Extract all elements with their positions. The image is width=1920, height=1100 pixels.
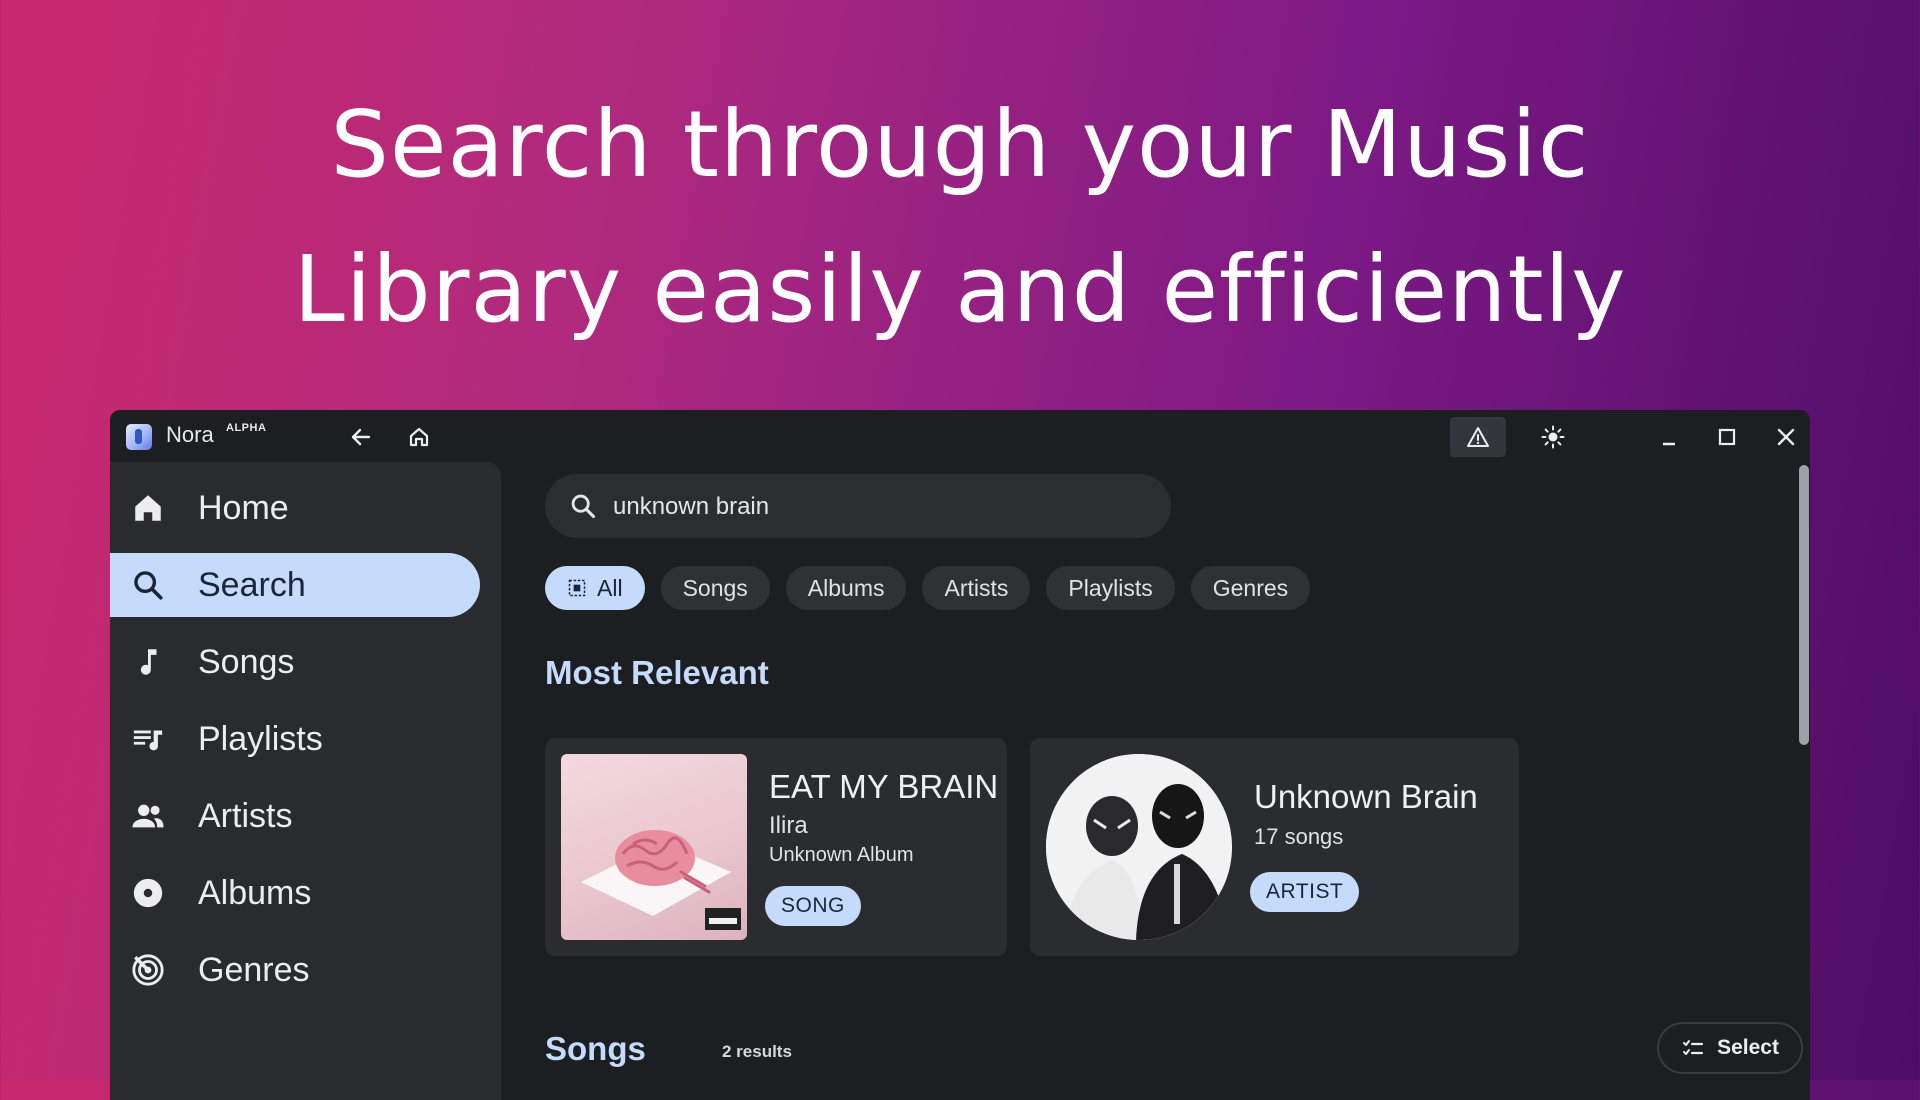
most-relevant-heading: Most Relevant bbox=[545, 654, 769, 691]
filter-chip-label: All bbox=[597, 574, 623, 601]
theme-toggle-button[interactable] bbox=[1536, 420, 1570, 454]
filter-chip-label: Playlists bbox=[1068, 574, 1153, 601]
sidebar-item-songs[interactable]: Songs bbox=[110, 630, 480, 694]
select-button[interactable]: Select bbox=[1657, 1022, 1803, 1074]
artist-artwork bbox=[1046, 754, 1232, 940]
song-artist[interactable]: Ilira bbox=[769, 812, 808, 840]
filter-chip-label: Genres bbox=[1212, 574, 1289, 601]
close-icon bbox=[1777, 428, 1795, 446]
app-release-tag: ALPHA bbox=[226, 422, 267, 434]
sidebar-item-home[interactable]: Home bbox=[110, 476, 480, 540]
songs-results-count: 2 results bbox=[722, 1042, 792, 1061]
select-all-icon bbox=[568, 579, 586, 597]
sidebar-item-label: Genres bbox=[198, 950, 310, 989]
filter-chip-artists[interactable]: Artists bbox=[922, 566, 1031, 610]
filter-chip-albums[interactable]: Albums bbox=[785, 566, 907, 610]
maximize-button[interactable] bbox=[1710, 420, 1744, 454]
checklist-icon bbox=[1683, 1040, 1704, 1055]
sidebar: Home Search Songs Playlists Artists Albu… bbox=[110, 462, 501, 1100]
artist-name: Unknown Brain bbox=[1254, 778, 1478, 815]
minimize-button[interactable] bbox=[1652, 420, 1686, 454]
filter-chip-label: Songs bbox=[682, 574, 748, 601]
sidebar-item-search[interactable]: Search bbox=[110, 553, 480, 617]
app-window: Nora ALPHA Home Search Songs Playlists A… bbox=[110, 410, 1810, 1100]
close-button[interactable] bbox=[1769, 420, 1803, 454]
album-icon bbox=[130, 875, 166, 911]
artist-result-card[interactable]: Unknown Brain 17 songs ARTIST bbox=[1030, 738, 1519, 956]
artist-song-count: 17 songs bbox=[1254, 824, 1344, 849]
sidebar-item-label: Home bbox=[198, 488, 289, 527]
sidebar-item-artists[interactable]: Artists bbox=[110, 784, 480, 848]
song-result-card[interactable]: EAT MY BRAIN Ilira Unknown Album SONG bbox=[545, 738, 1007, 956]
home-icon bbox=[409, 427, 429, 447]
search-icon bbox=[571, 494, 596, 519]
headline-line-2: Library easily and efficiently bbox=[293, 236, 1627, 343]
sidebar-item-label: Artists bbox=[198, 796, 293, 835]
sidebar-item-playlists[interactable]: Playlists bbox=[110, 707, 480, 771]
sidebar-item-genres[interactable]: Genres bbox=[110, 938, 480, 1002]
search-icon bbox=[130, 567, 166, 603]
result-type-badge: SONG bbox=[765, 886, 861, 926]
song-title: EAT MY BRAIN bbox=[769, 768, 999, 805]
filter-chip-all[interactable]: All bbox=[545, 566, 645, 610]
filter-chip-playlists[interactable]: Playlists bbox=[1046, 566, 1175, 610]
playlist-icon bbox=[130, 721, 166, 757]
music-note-icon bbox=[130, 644, 166, 680]
sidebar-item-label: Albums bbox=[198, 873, 312, 912]
headline: Search through your Music Library easily… bbox=[0, 72, 1920, 362]
filter-chip-label: Artists bbox=[944, 574, 1009, 601]
filter-chip-songs[interactable]: Songs bbox=[660, 566, 770, 610]
sun-icon bbox=[1541, 425, 1565, 449]
home-icon bbox=[130, 490, 166, 526]
filter-chip-label: Albums bbox=[807, 574, 885, 601]
genre-icon bbox=[130, 952, 166, 988]
song-album[interactable]: Unknown Album bbox=[769, 844, 914, 867]
song-artwork bbox=[561, 754, 747, 940]
select-button-label: Select bbox=[1717, 1036, 1779, 1059]
headline-line-1: Search through your Music bbox=[330, 91, 1590, 198]
search-bar[interactable] bbox=[545, 474, 1171, 538]
filter-chips: All Songs Albums Artists Playlists Genre… bbox=[545, 566, 1311, 610]
app-logo bbox=[126, 424, 152, 450]
app-name: Nora bbox=[166, 422, 214, 447]
back-arrow-icon bbox=[351, 428, 371, 446]
vertical-scrollbar[interactable] bbox=[1799, 465, 1809, 745]
filter-chip-genres[interactable]: Genres bbox=[1190, 566, 1311, 610]
sidebar-item-label: Songs bbox=[198, 642, 295, 681]
search-input[interactable] bbox=[611, 488, 1155, 526]
sidebar-item-label: Playlists bbox=[198, 719, 323, 758]
title-bar: Nora ALPHA bbox=[110, 410, 1810, 462]
minimize-icon bbox=[1663, 442, 1675, 446]
sidebar-item-albums[interactable]: Albums bbox=[110, 861, 480, 925]
warning-icon bbox=[1467, 427, 1489, 447]
warning-button[interactable] bbox=[1450, 417, 1506, 457]
maximize-icon bbox=[1718, 428, 1736, 446]
sidebar-item-label: Search bbox=[198, 565, 306, 604]
main-content: All Songs Albums Artists Playlists Genre… bbox=[501, 462, 1810, 1100]
home-button[interactable] bbox=[402, 420, 436, 454]
artists-icon bbox=[130, 798, 166, 834]
result-type-badge: ARTIST bbox=[1250, 872, 1360, 912]
songs-section-heading: Songs bbox=[545, 1030, 646, 1067]
back-button[interactable] bbox=[344, 420, 378, 454]
